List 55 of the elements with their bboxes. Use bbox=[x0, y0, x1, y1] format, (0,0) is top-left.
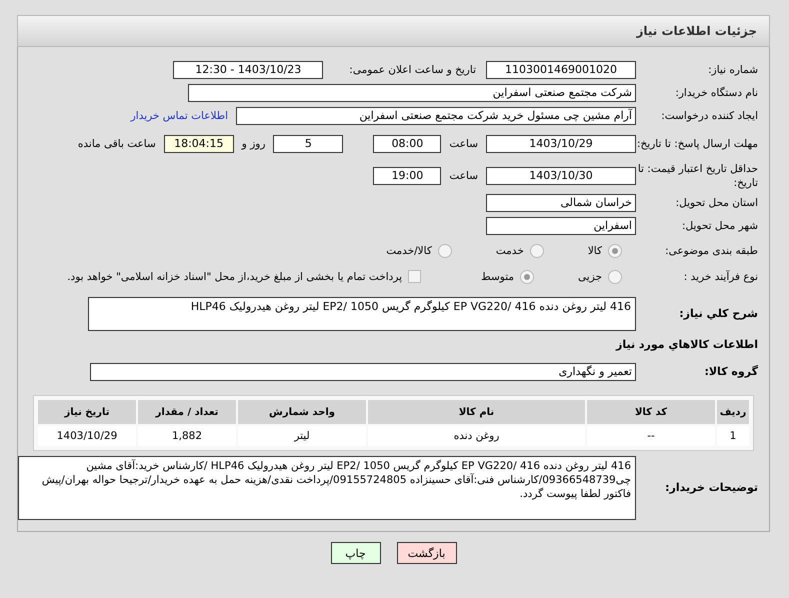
text-field[interactable]: 1103001469001020 bbox=[486, 61, 636, 79]
field-label: شرح کلي نياز: bbox=[678, 307, 759, 321]
field-label: توضیحات خریدار: bbox=[664, 481, 759, 495]
field-label: نوع فرآیند خرید : bbox=[682, 270, 759, 284]
radio-label: متوسط bbox=[481, 270, 514, 282]
column-header: رديف bbox=[717, 400, 749, 424]
table-cell: 1 bbox=[717, 426, 749, 446]
column-header: تعداد / مقدار bbox=[138, 400, 236, 424]
field-label: شماره نیاز: bbox=[707, 63, 759, 77]
text-field[interactable]: 08:00 bbox=[373, 134, 442, 152]
field-label: ساعت bbox=[448, 138, 479, 150]
table-cell: -- bbox=[587, 426, 715, 446]
table-cell: لیتر bbox=[238, 426, 366, 446]
description-area[interactable]: 416 لیتر روغن دنده 416 /EP VG220 کیلوگرم گریس 1050 /EP2 لیتر روغن هیدرولیک HLP46 bbox=[88, 297, 636, 331]
table-cell: روغن دنده bbox=[368, 426, 585, 446]
notes-area[interactable]: 416 لیتر روغن دنده 416 /EP VG220 کیلوگرم گریس 1050 /EP2 لیتر روغن هیدرولیک HLP46 /کارشناس خرید:آقای مشین چی09366548739/کارشناس فنی:آقای حسینزاده 09155724805/پرداخت نقدی/هزینه حمل به عهده خریدار/ترجیحا حواله بهران/پیش فاکتور لطفا پیوست گردد. bbox=[18, 456, 636, 520]
text-field[interactable]: خراسان شمالی bbox=[486, 194, 636, 212]
text-field[interactable]: 19:00 bbox=[373, 166, 442, 184]
table-cell: 1403/10/29 bbox=[38, 426, 136, 446]
text-field[interactable]: اسفراین bbox=[486, 217, 636, 235]
field-label: گروه کالا: bbox=[703, 365, 759, 379]
field-label: تاریخ و ساعت اعلان عمومی: bbox=[348, 64, 477, 76]
field-label: ایجاد کننده درخواست: bbox=[660, 109, 759, 123]
text-field[interactable]: آرام مشین چی مسئول خرید شرکت مجتمع صنعتی اسفراین bbox=[236, 107, 636, 125]
field-label: ساعت bbox=[448, 170, 479, 182]
column-header: کد کالا bbox=[587, 400, 715, 424]
field-label: روز و bbox=[240, 138, 266, 150]
field-label: طبقه بندی موضوعی: bbox=[664, 244, 759, 258]
text-field[interactable]: 1403/10/30 bbox=[486, 166, 636, 184]
print-button[interactable]: چاپ bbox=[330, 542, 380, 564]
field-label: مهلت ارسال پاسخ: تا تاریخ: bbox=[636, 136, 759, 150]
text-field[interactable]: 1403/10/23 - 12:30 bbox=[173, 61, 324, 79]
table-cell: 1,882 bbox=[138, 426, 236, 446]
radio-label: جزیی bbox=[578, 270, 602, 282]
contact-link[interactable]: اطلاعات تماس خریدار bbox=[130, 110, 236, 122]
radio-label: خدمت bbox=[496, 244, 524, 256]
page-title: جزئیات اطلاعات نیاز bbox=[636, 24, 757, 38]
text-field[interactable]: شرکت مجتمع صنعتی اسفراین bbox=[188, 84, 636, 102]
column-header: واحد شمارش bbox=[238, 400, 366, 424]
field-label: استان محل تحویل: bbox=[674, 196, 759, 210]
column-header: نام کالا bbox=[368, 400, 585, 424]
radio-label: کالا bbox=[588, 244, 602, 256]
back-button[interactable]: بازگشت bbox=[396, 542, 456, 564]
column-header: تاریخ نیاز bbox=[38, 400, 136, 424]
section-title: اطلاعات کالاهاي مورد نياز bbox=[614, 337, 759, 353]
text-field[interactable]: تعمیر و نگهداری bbox=[90, 363, 636, 381]
radio-label: کالا/خدمت bbox=[386, 244, 432, 256]
timer-field[interactable]: 18:04:15 bbox=[164, 134, 234, 152]
text-field[interactable]: 1403/10/29 bbox=[486, 134, 636, 152]
field-label: نام دستگاه خریدار: bbox=[674, 86, 759, 100]
treasury-note: پرداخت تمام یا بخشی از مبلغ خرید،از محل "اسناد خزانه اسلامی" خواهد بود. bbox=[67, 270, 402, 282]
field-label: شهر محل تحویل: bbox=[681, 219, 759, 233]
field-label: ساعت باقی مانده bbox=[76, 138, 157, 150]
field-label: حداقل تاریخ اعتبار قیمت: تا تاریخ: bbox=[636, 162, 759, 190]
text-field[interactable]: 5 bbox=[273, 134, 344, 152]
